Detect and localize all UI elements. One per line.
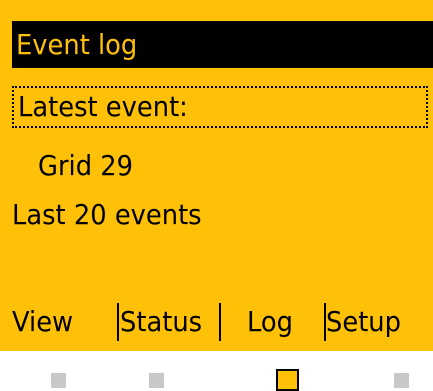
latest-event-value-text: Grid 29 [38,149,134,182]
page-indicator-dot [394,373,409,388]
page-indicator-dot [149,373,164,388]
event-summary-text: Last 20 events [12,198,202,231]
softkey-divider [117,303,119,341]
softkey-status-label: Status [120,305,203,338]
softkey-log-label: Log [247,305,294,338]
softkey-setup-label: Setup [326,305,401,338]
softkey-view-label: View [12,305,74,338]
screen-title: Event log [12,21,433,68]
event-summary[interactable]: Last 20 events [12,197,218,233]
softkey-view[interactable]: View [12,299,112,345]
softkey-status[interactable]: Status [120,299,218,345]
display-screen: Event log Latest event: Grid 29 Last 20 … [0,0,433,351]
softkey-setup[interactable]: Setup [326,299,426,345]
latest-event-value: Grid 29 [38,148,141,184]
page-indicator [0,351,433,391]
page-indicator-dot [51,373,66,388]
softkey-bar: View Status Log Setup [0,299,433,345]
screen-title-text: Event log [16,28,138,61]
softkey-divider [219,303,221,341]
softkey-log[interactable]: Log [224,299,320,345]
latest-event-item[interactable]: Latest event: [12,86,428,128]
latest-event-label: Latest event: [18,90,188,123]
